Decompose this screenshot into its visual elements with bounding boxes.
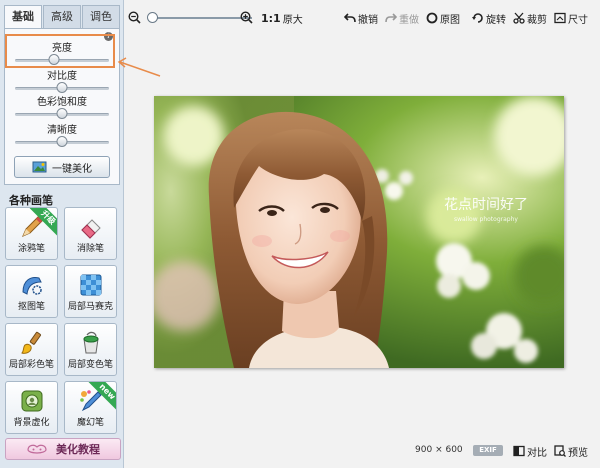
doodle-pen-button[interactable]: 升级 涂鸦笔 [5,207,58,260]
sharpness-thumb[interactable] [56,136,68,147]
image-height: 600 [445,445,463,455]
resize-icon [554,12,566,24]
rotate-icon [472,13,483,23]
cutout-pen-button[interactable]: 抠图笔 [5,265,58,318]
eraser-pen-button[interactable]: 消除笔 [64,207,117,260]
annotation-arrow-icon [117,57,161,77]
actual-size-label: 原大 [282,14,303,26]
one-click-beautify-button[interactable]: 一键美化 [14,156,110,178]
eraser-pen-label: 消除笔 [76,244,104,254]
tab-bar: 基础 高级 调色 [4,5,121,29]
scissors-icon [513,12,525,24]
preview-icon [554,445,566,457]
redo-button[interactable]: 重做 [385,10,419,26]
crop-label: 裁剪 [527,14,547,26]
zoom-slider-thumb[interactable] [147,12,158,23]
contrast-thumb[interactable] [56,82,68,93]
zoom-in-icon[interactable] [240,11,253,24]
local-mosaic-button[interactable]: 局部马赛克 [64,265,117,318]
tutorial-face-icon [27,444,47,454]
sharpness-slider-group: 清晰度 [5,121,119,149]
magic-wand-image-icon [32,161,47,173]
watermark-subtitle: swallow photography [454,216,518,223]
redo-icon [385,13,397,23]
local-recolor-pen-label: 局部变色笔 [67,360,113,370]
actual-size-ratio: 1:1 [261,11,281,25]
local-recolor-pen-button[interactable]: 局部变色笔 [64,323,117,376]
rotate-label: 旋转 [486,14,506,26]
background-blur-label: 背景虚化 [13,418,50,428]
local-color-pen-label: 局部彩色笔 [8,360,54,370]
contrast-slider-group: 对比度 [5,67,119,95]
brightness-highlight [5,34,115,68]
compare-label: 对比 [527,447,547,459]
undo-label: 撤销 [358,14,378,26]
preview-button[interactable]: 预览 [554,443,588,459]
preview-label: 预览 [568,447,588,459]
tutorial-label: 美化教程 [56,443,100,456]
zoom-out-icon[interactable] [128,11,141,24]
zoom-slider-track[interactable] [152,17,252,19]
contrast-label: 对比度 [47,71,77,82]
tab-advanced[interactable]: 高级 [43,5,81,28]
magic-pen-button[interactable]: new 魔幻笔 [64,381,117,434]
mosaic-icon [80,274,101,296]
saturation-thumb[interactable] [56,108,68,119]
size-button[interactable]: 尺寸 [554,10,588,26]
sharpness-label: 清晰度 [47,125,77,136]
eraser-icon [80,219,101,239]
brushes-title: 各种画笔 [9,194,53,207]
local-color-pen-button[interactable]: 局部彩色笔 [5,323,58,376]
size-label: 尺寸 [568,14,588,26]
rotate-button[interactable]: 旋转 [472,10,506,26]
undo-button[interactable]: 撤销 [344,10,378,26]
original-circle-icon [426,12,438,24]
color-brush-icon [20,331,41,354]
compare-icon [513,445,525,457]
tab-basic[interactable]: 基础 [4,5,42,29]
left-panel: 基础 高级 调色 亮度 i 对比度 色彩饱和度 清晰度 一键美化 各种画笔 升级… [0,0,124,468]
tab-color[interactable]: 调色 [82,5,120,28]
crop-button[interactable]: 裁剪 [513,10,547,26]
image-dimensions: 900 × 600 [415,445,463,455]
cutout-pen-label: 抠图笔 [17,302,45,312]
redo-label: 重做 [399,14,419,26]
cutout-pen-icon [21,277,42,295]
exif-button[interactable]: EXIF [473,445,503,456]
blur-background-icon [21,390,42,412]
magic-pen-label: 魔幻笔 [76,418,104,428]
doodle-pen-label: 涂鸦笔 [17,244,45,254]
saturation-slider-group: 色彩饱和度 [5,93,119,121]
compare-button[interactable]: 对比 [513,443,547,459]
top-toolbar: 1:1 原大 撤销 重做 原图 旋转 裁剪 尺寸 [124,0,600,34]
photo-canvas[interactable]: 花点时间好了 swallow photography [154,96,564,368]
undo-icon [344,13,356,23]
beautify-tutorial-button[interactable]: 美化教程 [5,438,121,460]
local-mosaic-label: 局部马赛克 [67,302,113,312]
original-image-button[interactable]: 原图 [426,10,460,26]
one-click-label: 一键美化 [52,163,92,175]
recolor-bucket-icon [82,331,99,354]
status-bar: 900 × 600 EXIF 对比 预览 [124,440,600,462]
image-width: 900 [415,445,433,455]
original-image-label: 原图 [440,14,460,26]
dimension-separator: × [435,445,443,455]
background-blur-button[interactable]: 背景虚化 [5,381,58,434]
actual-size-button[interactable]: 1:1 原大 [261,10,303,26]
saturation-label: 色彩饱和度 [37,97,87,108]
watermark-title: 花点时间好了 [444,197,528,213]
